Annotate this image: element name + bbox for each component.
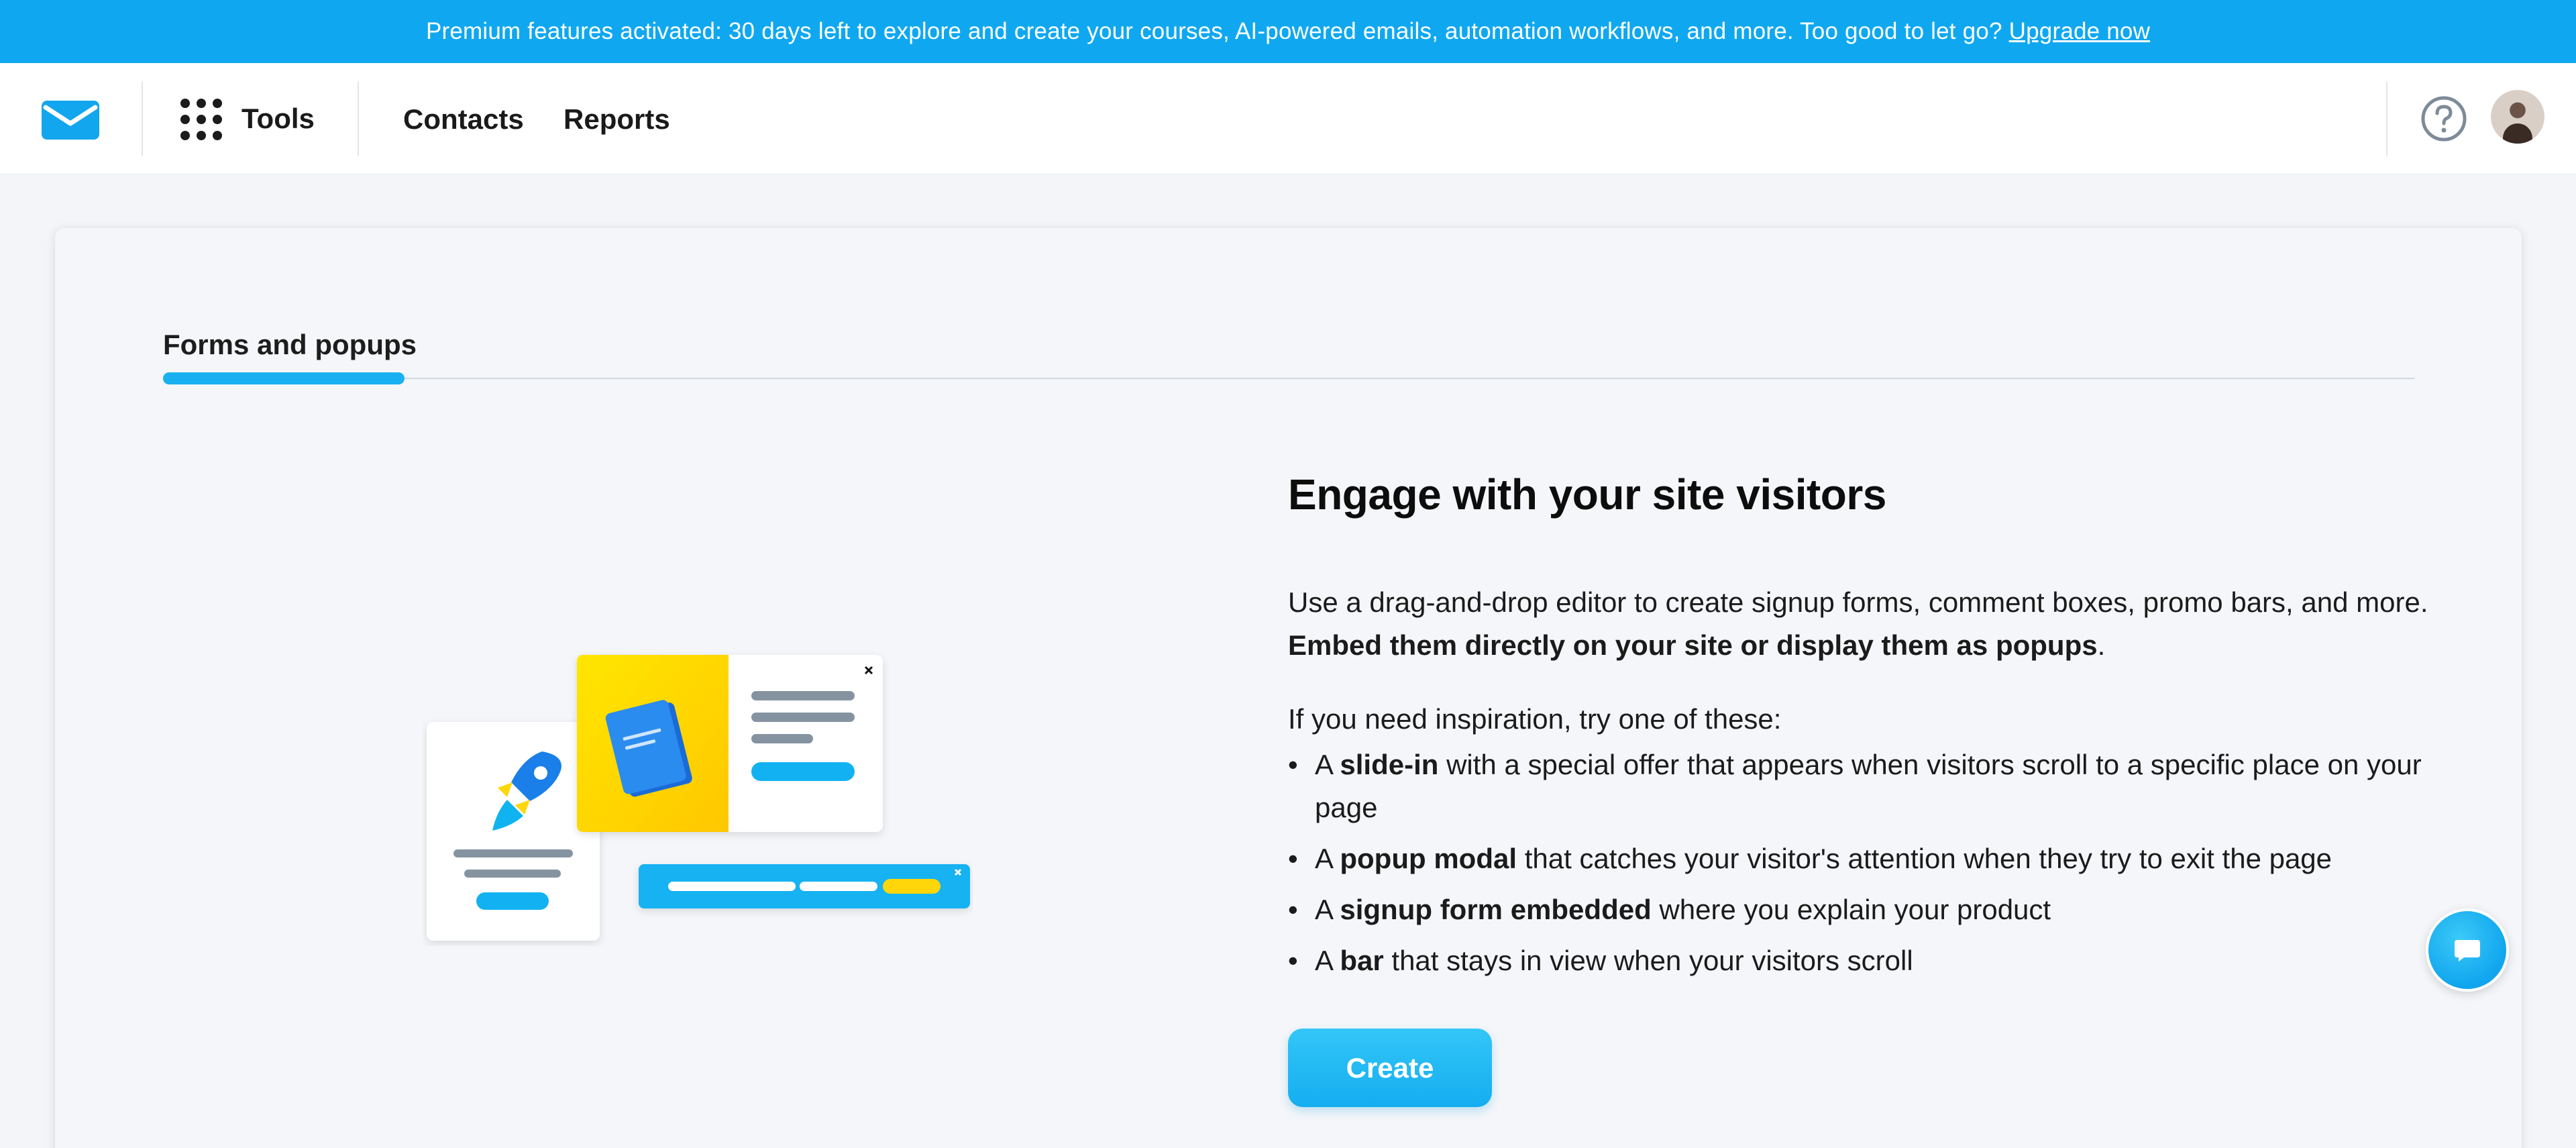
tab-underline bbox=[163, 378, 2414, 379]
nav-contacts[interactable]: Contacts bbox=[403, 103, 524, 136]
bullet-text: with a special offer that appears when v… bbox=[1315, 749, 2422, 823]
list-item: A slide-in with a special offer that app… bbox=[1288, 743, 2455, 829]
tools-menu-button[interactable]: Tools bbox=[180, 97, 315, 141]
list-item: A bar that stays in view when your visit… bbox=[1288, 939, 2455, 982]
bullet-prefix: A bbox=[1315, 894, 1332, 925]
bullet-keyword: slide-in bbox=[1340, 749, 1439, 780]
nav-reports[interactable]: Reports bbox=[564, 103, 670, 136]
bullet-keyword: bar bbox=[1340, 945, 1384, 976]
bullet-prefix: A bbox=[1315, 749, 1332, 780]
chat-bubble-icon bbox=[2455, 940, 2480, 961]
forms-illustration bbox=[427, 655, 970, 941]
list-item: A signup form embedded where you explain… bbox=[1288, 888, 2455, 931]
header-divider bbox=[2386, 82, 2387, 156]
premium-banner: Premium features activated: 30 days left… bbox=[0, 0, 2576, 63]
chat-button[interactable] bbox=[2426, 908, 2509, 992]
getresponse-logo-icon[interactable] bbox=[42, 101, 99, 140]
user-avatar[interactable] bbox=[2491, 90, 2544, 144]
tab-active-indicator bbox=[163, 372, 405, 384]
intro-end: . bbox=[2097, 629, 2106, 661]
banner-text: Premium features activated: 30 days left… bbox=[425, 18, 2002, 44]
apps-grid-icon bbox=[180, 98, 222, 140]
tab-forms-and-popups[interactable]: Forms and popups bbox=[163, 329, 417, 361]
header-divider bbox=[358, 82, 359, 156]
bullet-keyword: signup form embedded bbox=[1340, 894, 1652, 925]
intro-text: Use a drag-and-drop editor to create sig… bbox=[1288, 586, 2428, 618]
top-header: Tools Contacts Reports bbox=[0, 63, 2576, 174]
bullet-prefix: A bbox=[1315, 945, 1332, 976]
tools-label: Tools bbox=[241, 103, 315, 134]
list-item: A popup modal that catches your visitor'… bbox=[1288, 837, 2455, 880]
help-icon[interactable] bbox=[2420, 95, 2467, 142]
create-button[interactable]: Create bbox=[1288, 1029, 1492, 1107]
bullet-text: that catches your visitor's attention wh… bbox=[1524, 843, 2332, 874]
header-divider bbox=[142, 82, 143, 156]
bullet-text: that stays in view when your visitors sc… bbox=[1391, 945, 1913, 976]
bullet-text: where you explain your product bbox=[1659, 894, 2051, 925]
intro-paragraph: Use a drag-and-drop editor to create sig… bbox=[1288, 581, 2469, 667]
page-heading: Engage with your site visitors bbox=[1288, 470, 1886, 519]
intro-bold-text: Embed them directly on your site or disp… bbox=[1288, 629, 2098, 661]
bullet-prefix: A bbox=[1315, 843, 1332, 874]
inspiration-text: If you need inspiration, try one of thes… bbox=[1288, 703, 1782, 735]
suggestion-list: A slide-in with a special offer that app… bbox=[1288, 743, 2455, 990]
bullet-keyword: popup modal bbox=[1340, 843, 1517, 874]
upgrade-now-link[interactable]: Upgrade now bbox=[2009, 18, 2150, 45]
